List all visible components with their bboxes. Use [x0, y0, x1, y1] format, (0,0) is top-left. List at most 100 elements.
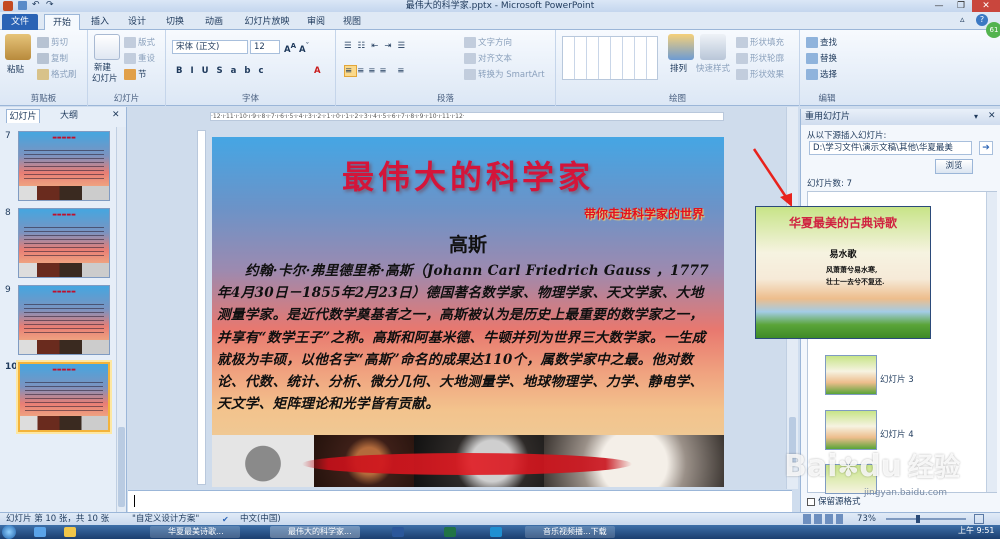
start-button[interactable] [2, 525, 16, 539]
list-buttons[interactable]: ☰☷⇤⇥☰ [344, 41, 411, 51]
font-name-combo[interactable]: 宋体 (正文) [172, 40, 248, 54]
arrange-icon[interactable] [668, 34, 694, 60]
font-size-combo[interactable]: 12 [250, 40, 280, 54]
copy-button[interactable]: 复制 [37, 52, 68, 64]
quick-styles-icon[interactable] [700, 34, 726, 60]
slide-thumbnail-8[interactable]: ▬▬▬▬▬ [18, 208, 110, 278]
ie-taskbar-icon[interactable] [34, 527, 46, 537]
paste-button[interactable]: 粘贴 [7, 63, 24, 75]
font-color-button[interactable]: A [314, 66, 321, 76]
close-reuse-pane-icon[interactable]: ✕ [988, 111, 996, 121]
browse-button[interactable]: 浏览 [935, 159, 973, 174]
baidu-watermark-url: jingyan.baidu.com [864, 488, 948, 498]
format-painter-button[interactable]: 格式刷 [37, 68, 77, 80]
section-button[interactable]: 节 [124, 68, 147, 80]
shape-fill-button[interactable]: 形状填充 [736, 36, 784, 48]
ribbon: 粘贴 剪切 复制 格式刷 剪贴板 新建 幻灯片 版式 重设 节 幻灯片 宋体 (… [0, 30, 1000, 106]
theme-name[interactable]: "自定义设计方案" [132, 513, 199, 525]
tab-insert[interactable]: 插入 [84, 14, 116, 30]
find-button[interactable]: 查找 [806, 36, 837, 48]
slide-thumbnail-7[interactable]: ▬▬▬▬▬ [18, 131, 110, 201]
reuse-slide-4-label[interactable]: 幻灯片 4 [880, 428, 914, 440]
photo-maxwell [212, 435, 314, 487]
slide-number: 8 [5, 208, 11, 218]
slide-subtitle[interactable]: 带你走进科学家的世界 [584, 205, 704, 222]
quick-styles-button[interactable]: 快速样式 [696, 62, 730, 74]
reuse-slide-3-label[interactable]: 幻灯片 3 [880, 373, 914, 385]
word-taskbar-icon[interactable] [392, 527, 404, 537]
slide-thumbnail-pane: 幻灯片 大纲 ✕ 7 ▬▬▬▬▬ 8 ▬▬▬▬▬ 9 ▬▬▬▬▬ 10 ▬▬▬▬… [0, 107, 127, 512]
help-icon[interactable]: ? [976, 14, 988, 26]
shapes-gallery[interactable] [562, 36, 658, 80]
thumbnail-scrollbar[interactable] [116, 127, 126, 512]
ribbon-collapse-icon[interactable]: ▵ [960, 15, 965, 25]
notes-pane[interactable] [128, 490, 792, 512]
grow-font-button[interactable]: AA Aˇ [284, 41, 309, 55]
font-style-buttons[interactable]: BIUSabc [176, 66, 272, 76]
reuse-slide-3-thumbnail[interactable] [825, 355, 877, 395]
cut-button[interactable]: 剪切 [37, 36, 68, 48]
tab-design[interactable]: 设计 [120, 14, 154, 30]
media-taskbar-icon[interactable] [490, 527, 502, 537]
taskbar-item-1[interactable]: 华夏最美诗歌... [150, 526, 240, 538]
zoom-slider[interactable] [886, 518, 966, 520]
shape-outline-button[interactable]: 形状轮廓 [736, 52, 784, 64]
ribbon-tabs: 文件 开始 插入 设计 切换 动画 幻灯片放映 审阅 视图 ▵ ? [0, 12, 1000, 30]
tab-file[interactable]: 文件 [2, 14, 38, 30]
drawing-group: 排列 快速样式 形状填充 形状轮廓 形状效果 绘图 [556, 30, 800, 106]
tab-view[interactable]: 视图 [336, 14, 368, 30]
paragraph-label: 段落 [436, 94, 454, 104]
tab-outline-pane[interactable]: 大纲 [54, 109, 84, 123]
taskbar-item-3[interactable]: 音乐视频播...下载 [525, 526, 615, 538]
horizontal-ruler: ·12·ı·11·ı·10·ı·9·ı·8·ı·7·ı·6·ı·5·ı·4·ı·… [210, 112, 724, 121]
font-label: 字体 [241, 94, 259, 104]
tab-home[interactable]: 开始 [44, 14, 80, 30]
tab-animations[interactable]: 动画 [196, 14, 232, 30]
maximize-button[interactable]: ❐ [950, 0, 972, 12]
close-pane-icon[interactable]: ✕ [112, 110, 120, 120]
tab-slideshow[interactable]: 幻灯片放映 [238, 14, 296, 30]
new-slide-icon[interactable] [94, 34, 120, 60]
zoom-slider-thumb[interactable] [916, 515, 920, 523]
slide-body-text[interactable]: 约翰·卡尔·弗里德里希·高斯（Johann Carl Friedrich Gau… [217, 260, 710, 415]
slide-thumbnail-10[interactable]: ▬▬▬▬▬ [18, 362, 110, 432]
pane-options-icon[interactable]: ▾ [974, 112, 978, 121]
keep-source-format-checkbox[interactable]: 保留源格式 [807, 495, 861, 507]
explorer-taskbar-icon[interactable] [64, 527, 76, 537]
tab-transitions[interactable]: 切换 [158, 14, 192, 30]
language-indicator[interactable]: 中文(中国) [240, 513, 281, 525]
reuse-list-scrollbar[interactable] [986, 192, 997, 492]
layout-button[interactable]: 版式 [124, 36, 155, 48]
select-button[interactable]: 选择 [806, 68, 837, 80]
paragraph-group: ☰☷⇤⇥☰ ≡≡≡≡ ≡ 文字方向 对齐文本 转换为 SmartArt 段落 [336, 30, 556, 106]
zoom-level[interactable]: 73% [857, 513, 876, 525]
tab-slides-pane[interactable]: 幻灯片 [6, 109, 40, 123]
effects-icon [736, 69, 748, 80]
replace-button[interactable]: 替换 [806, 52, 837, 64]
align-buttons[interactable]: ≡≡≡≡ ≡ [344, 65, 408, 77]
go-arrow-icon[interactable]: ➔ [979, 141, 993, 155]
text-direction-button[interactable]: 文字方向 [464, 36, 512, 48]
text-cursor [134, 495, 135, 507]
current-slide[interactable]: 最伟大的科学家 带你走进科学家的世界 高斯 约翰·卡尔·弗里德里希·高斯（Joh… [212, 137, 724, 487]
shape-effects-button[interactable]: 形状效果 [736, 68, 784, 80]
arrange-button[interactable]: 排列 [670, 62, 687, 74]
tab-review[interactable]: 审阅 [300, 14, 332, 30]
slide-title[interactable]: 最伟大的科学家 [212, 152, 724, 198]
minimize-button[interactable]: — [928, 0, 950, 12]
source-path-combo[interactable]: D:\学习文件\演示文稿\其他\华夏最美 [809, 141, 972, 155]
new-slide-label-2[interactable]: 幻灯片 [92, 72, 118, 84]
align-text-button[interactable]: 对齐文本 [464, 52, 512, 64]
layout-icon [124, 37, 136, 48]
paste-icon[interactable] [5, 34, 31, 60]
smartart-button[interactable]: 转换为 SmartArt [464, 68, 545, 80]
reset-button[interactable]: 重设 [124, 52, 155, 64]
slide-thumbnail-9[interactable]: ▬▬▬▬▬ [18, 285, 110, 355]
taskbar-item-2[interactable]: 最伟大的科学家... [270, 526, 360, 538]
fit-to-window-icon[interactable] [974, 514, 984, 524]
view-buttons[interactable] [803, 514, 843, 524]
close-button[interactable]: ✕ [972, 0, 1000, 12]
reuse-slide-4-thumbnail[interactable] [825, 410, 877, 450]
excel-taskbar-icon[interactable] [444, 527, 456, 537]
scientist-name[interactable]: 高斯 [212, 230, 724, 257]
